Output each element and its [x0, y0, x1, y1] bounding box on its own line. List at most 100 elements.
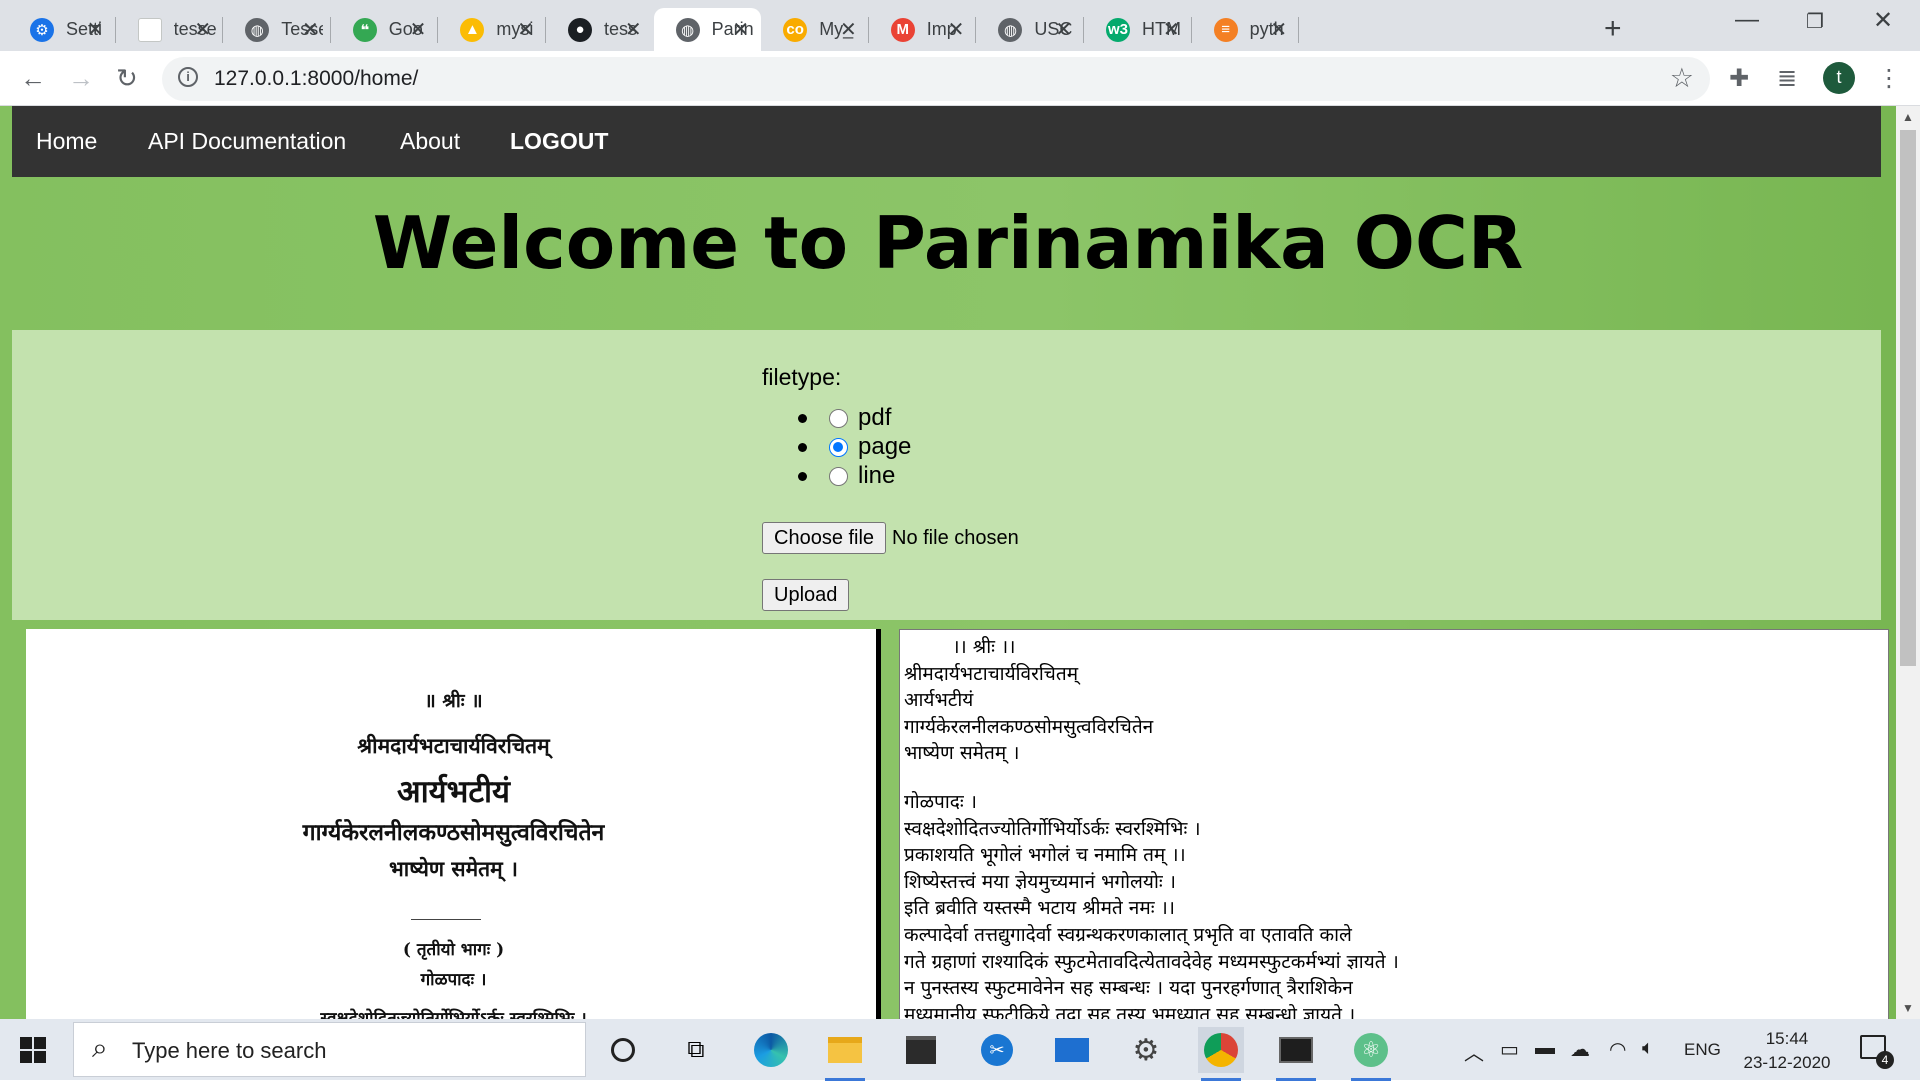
snipping-tool-icon[interactable]: ✂ — [974, 1027, 1020, 1073]
colab-icon: co — [783, 17, 808, 42]
nav-about-link[interactable]: About — [400, 128, 460, 155]
site-info-icon[interactable]: i — [178, 67, 198, 87]
taskbar-search-placeholder[interactable]: Type here to search — [132, 1038, 326, 1064]
browser-tab[interactable]: ≡ pyth ✕ — [1192, 8, 1300, 51]
keep-icon: ❝ — [352, 17, 377, 42]
browser-tab[interactable]: co My_ ✕ — [761, 8, 869, 51]
globe-icon: ◍ — [675, 17, 700, 42]
close-tab-icon[interactable]: ✕ — [732, 17, 749, 42]
reload-icon[interactable]: ↻ — [116, 63, 138, 94]
radio-page[interactable] — [829, 437, 848, 457]
ocr-output-textarea[interactable]: ।। श्रीः ।। श्रीमदार्यभटाचार्यविरचितम् आर्… — [899, 629, 1889, 1019]
gmail-icon: M — [890, 17, 915, 42]
site-navbar: Home API Documentation About LOGOUT — [12, 106, 1881, 177]
back-arrow-icon[interactable]: ← — [20, 63, 46, 94]
ocr-text-block: गोळपादः । स्वक्षदेशोदितज्योतिर्गोभिर्योऽर… — [904, 789, 1884, 1019]
windows-start-icon[interactable] — [20, 1037, 46, 1063]
scrollbar-thumb[interactable] — [1900, 130, 1916, 666]
upload-button[interactable]: Upload — [762, 579, 850, 611]
ocr-text-line: इति ब्रवीति यस्तस्मै भटाय श्रीमते नमः ।। — [904, 897, 1175, 920]
browser-tab[interactable]: ▲ mysi ✕ — [438, 8, 546, 51]
browser-tab[interactable]: M Imp ✕ — [869, 8, 977, 51]
choose-file-button[interactable]: Choose file — [762, 522, 887, 554]
scroll-down-arrow-icon[interactable]: ▼ — [1902, 1001, 1914, 1015]
filetype-option-pdf[interactable]: pdf — [798, 404, 891, 432]
drive-icon: ▲ — [460, 17, 485, 42]
close-tab-icon[interactable]: ✕ — [1270, 17, 1287, 42]
close-tab-icon[interactable]: ✕ — [517, 17, 534, 42]
close-tab-icon[interactable]: ✕ — [410, 17, 427, 42]
edge-browser-icon[interactable] — [748, 1027, 794, 1073]
filetype-option-page[interactable]: page — [798, 433, 911, 461]
radio-page-label[interactable]: page — [858, 433, 911, 461]
task-view-icon[interactable]: ⧉ — [673, 1027, 719, 1073]
address-bar[interactable]: i 127.0.0.1:8000/home/ ☆ — [162, 57, 1710, 101]
close-tab-icon[interactable]: ✕ — [194, 17, 211, 42]
scan-line: श्रीमदार्यभटाचार्यविरचितम् — [357, 733, 550, 758]
ocr-text-line: शिष्येस्तत्त्वं मया ज्ञेयमुच्यमानं भगोलय… — [904, 870, 1176, 893]
list-bullet — [798, 442, 807, 452]
close-tab-icon[interactable]: ✕ — [1163, 17, 1180, 42]
close-tab-icon[interactable]: ✕ — [1055, 17, 1072, 42]
forward-arrow-icon[interactable]: → — [68, 63, 94, 94]
nav-home-link[interactable]: Home — [36, 128, 97, 155]
atom-editor-icon[interactable]: ⚛ — [1348, 1027, 1394, 1081]
github-icon: ● — [568, 17, 592, 42]
browser-tab[interactable]: ❝ Goo ✕ — [331, 8, 439, 51]
battery-icon[interactable]: ▬ — [1535, 1037, 1555, 1060]
address-url[interactable]: 127.0.0.1:8000/home/ — [214, 67, 418, 91]
ocr-text-block: ।। श्रीः ।। श्रीमदार्यभटाचार्यविरचितम् आर्… — [904, 634, 1884, 767]
radio-pdf-label[interactable]: pdf — [858, 404, 891, 432]
browser-tab[interactable]: ◍ USC ✕ — [976, 8, 1084, 51]
file-explorer-icon[interactable] — [822, 1027, 868, 1081]
cortana-circle-icon[interactable] — [600, 1027, 646, 1073]
radio-line-label[interactable]: line — [858, 462, 895, 490]
device-icon[interactable]: ▭ — [1500, 1037, 1519, 1062]
terminal-icon[interactable] — [1273, 1027, 1319, 1081]
chrome-browser-icon[interactable] — [1198, 1027, 1244, 1081]
browser-tab[interactable]: ◍Tesse✕ — [223, 8, 331, 51]
radio-pdf[interactable] — [829, 408, 848, 428]
close-tab-icon[interactable]: ✕ — [302, 17, 319, 42]
extensions-puzzle-icon[interactable]: ✚ — [1729, 64, 1749, 93]
close-tab-icon[interactable]: ✕ — [840, 17, 857, 42]
browser-tab[interactable]: ⚙ Setti ✕ — [8, 8, 116, 51]
language-indicator[interactable]: ENG — [1684, 1040, 1721, 1060]
scan-line: ॥ श्रीः ॥ — [424, 690, 483, 712]
onedrive-cloud-icon[interactable]: ☁ — [1570, 1037, 1590, 1062]
nav-api-docs-link[interactable]: API Documentation — [148, 128, 346, 155]
ocr-text-line: न पुनस्तस्य स्फुटमावेनेन सह सम्बन्धः । य… — [904, 977, 1353, 1000]
browser-tab[interactable]: w3 HTM ✕ — [1084, 8, 1192, 51]
scan-line: आर्यभटीयं — [396, 774, 511, 810]
ocr-text-line: ।। श्रीः ।। — [904, 636, 1016, 658]
scan-line: गार्ग्यकेरलनीलकण्ठसोमसुत्वविरचितेन — [302, 819, 605, 846]
nav-logout-link[interactable]: LOGOUT — [510, 128, 608, 155]
show-hidden-icons-chevron-icon[interactable]: ︿ — [1464, 1037, 1484, 1066]
browser-tab[interactable]: ◍ Parin ✕ — [653, 8, 762, 51]
radio-line[interactable] — [829, 466, 848, 486]
media-queue-icon[interactable]: ≣ — [1777, 64, 1797, 93]
mail-icon[interactable] — [1049, 1027, 1095, 1073]
minimize-window-button[interactable]: — — [1735, 6, 1759, 34]
restore-window-button[interactable]: ❐ — [1806, 9, 1824, 34]
close-tab-icon[interactable]: ✕ — [625, 17, 642, 42]
page-viewport: Home API Documentation About LOGOUT Welc… — [0, 106, 1920, 1019]
bookmark-star-icon[interactable]: ☆ — [1670, 63, 1694, 94]
scroll-up-arrow-icon[interactable]: ▲ — [1902, 110, 1914, 124]
close-window-button[interactable]: ✕ — [1873, 6, 1893, 35]
wifi-icon[interactable]: ◠ — [1609, 1037, 1626, 1062]
taskbar-search-box[interactable]: ⌕ Type here to search — [73, 1022, 586, 1077]
settings-gear-icon[interactable]: ⚙ — [1123, 1027, 1169, 1073]
volume-icon[interactable]: 🔈︎ — [1642, 1037, 1654, 1060]
profile-avatar[interactable]: t — [1823, 62, 1855, 94]
browser-tab[interactable]: tesse ✕ — [116, 8, 224, 51]
browser-tab[interactable]: ● tess ✕ — [546, 8, 654, 51]
filetype-option-line[interactable]: line — [798, 462, 895, 490]
close-tab-icon[interactable]: ✕ — [948, 17, 965, 42]
new-tab-button[interactable]: + — [1604, 12, 1622, 46]
browser-menu-icon[interactable]: ⋮ — [1877, 64, 1901, 93]
system-clock[interactable]: 15:44 23-12-2020 — [1732, 1027, 1842, 1075]
close-tab-icon[interactable]: ✕ — [87, 17, 104, 42]
microsoft-store-icon[interactable] — [898, 1027, 944, 1073]
page-scrollbar[interactable]: ▲ ▼ — [1896, 106, 1920, 1019]
